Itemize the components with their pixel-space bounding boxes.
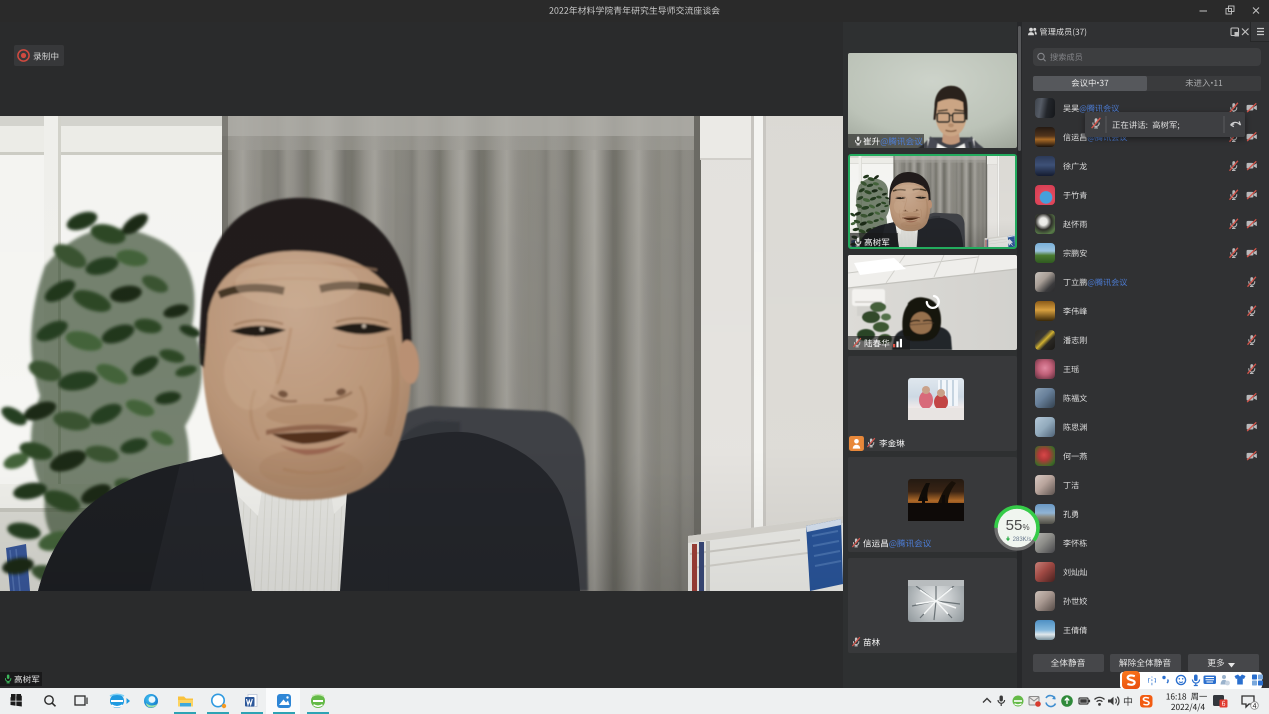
svg-text:283K/s: 283K/s <box>1013 537 1032 543</box>
svg-text:%: % <box>1022 523 1029 532</box>
svg-text:55: 55 <box>1006 517 1023 534</box>
